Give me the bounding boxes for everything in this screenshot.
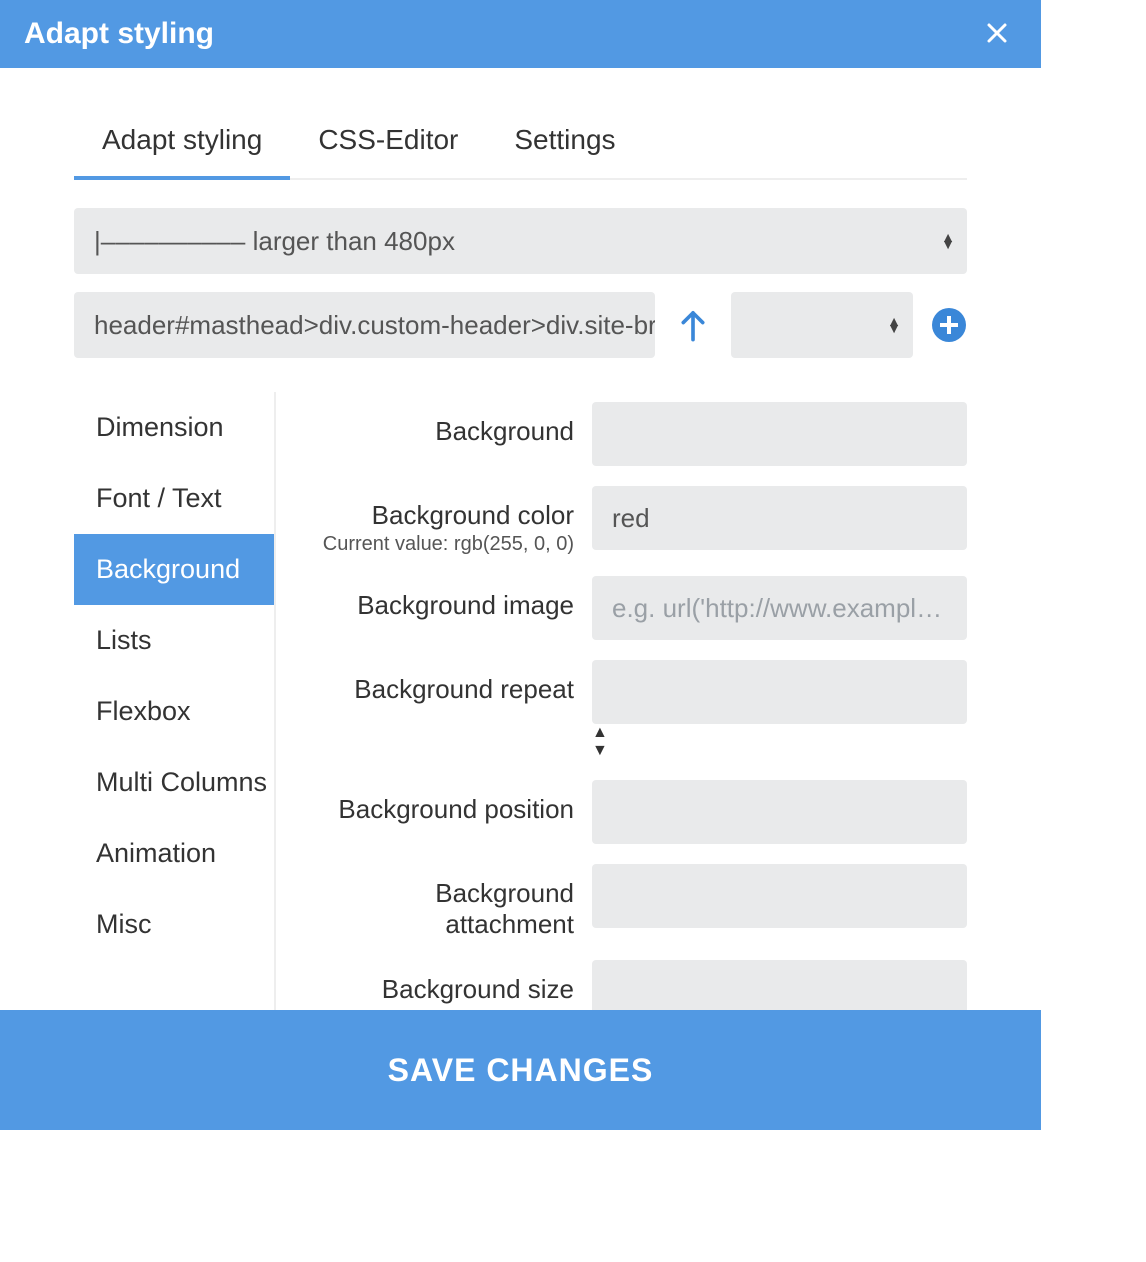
sidebar-item-misc[interactable]: Misc — [74, 889, 274, 960]
selector-input[interactable]: header#masthead>div.custom-header>div.si… — [74, 292, 655, 358]
pseudo-select[interactable] — [731, 292, 913, 358]
background-image-input[interactable] — [592, 576, 967, 640]
property-row: Background color Current value: rgb(255,… — [306, 486, 967, 556]
selector-parent-button[interactable] — [673, 305, 713, 345]
tab-css-editor[interactable]: CSS-Editor — [318, 108, 458, 178]
chevron-up-down-icon: ▲▼ — [592, 724, 608, 759]
property-current-value: Current value: rgb(255, 0, 0) — [306, 533, 574, 556]
close-icon — [985, 21, 1009, 45]
background-repeat-select[interactable] — [592, 660, 967, 724]
property-category-sidebar: Dimension Font / Text Background Lists F… — [74, 392, 276, 1012]
close-button[interactable] — [977, 14, 1017, 54]
properties-panel: Background Background color Current valu… — [276, 392, 967, 1012]
dialog-footer: SAVE CHANGES — [0, 1010, 1041, 1130]
plus-circle-icon — [931, 307, 967, 343]
property-row: Background image — [306, 576, 967, 640]
dialog-title: Adapt styling — [24, 17, 214, 51]
sidebar-item-animation[interactable]: Animation — [74, 818, 274, 889]
property-label: Background color — [306, 500, 574, 531]
property-row: Background size — [306, 960, 967, 1012]
sidebar-item-multi-columns[interactable]: Multi Columns — [74, 747, 274, 818]
arrow-up-icon — [678, 308, 708, 342]
background-position-input[interactable] — [592, 780, 967, 844]
selector-text: header#masthead>div.custom-header>div.si… — [94, 310, 655, 341]
property-label: Background size — [306, 974, 574, 1005]
sidebar-item-font-text[interactable]: Font / Text — [74, 463, 274, 534]
sidebar-item-lists[interactable]: Lists — [74, 605, 274, 676]
property-label: Background position — [306, 794, 574, 825]
tab-adapt-styling[interactable]: Adapt styling — [102, 108, 262, 178]
property-row: Background — [306, 402, 967, 466]
sidebar-item-dimension[interactable]: Dimension — [74, 392, 274, 463]
background-input[interactable] — [592, 402, 967, 466]
property-label: Background — [306, 416, 574, 447]
property-row: Background repeat ▲▼ — [306, 660, 967, 760]
background-attachment-input[interactable] — [592, 864, 967, 928]
dialog-header: Adapt styling — [0, 0, 1041, 68]
tab-settings[interactable]: Settings — [514, 108, 615, 178]
property-label: Background repeat — [306, 674, 574, 705]
background-color-input[interactable] — [592, 486, 967, 550]
property-row: Background position — [306, 780, 967, 844]
property-label: Background image — [306, 590, 574, 621]
add-selector-button[interactable] — [931, 307, 967, 343]
save-changes-button[interactable]: SAVE CHANGES — [388, 1052, 654, 1089]
tab-bar: Adapt styling CSS-Editor Settings — [74, 108, 967, 180]
property-label: Background attachment — [306, 878, 574, 940]
sidebar-item-flexbox[interactable]: Flexbox — [74, 676, 274, 747]
sidebar-item-background[interactable]: Background — [74, 534, 274, 605]
property-row: Background attachment — [306, 864, 967, 940]
media-query-select[interactable]: |–––––––––– larger than 480px — [74, 208, 967, 274]
background-size-input[interactable] — [592, 960, 967, 1012]
